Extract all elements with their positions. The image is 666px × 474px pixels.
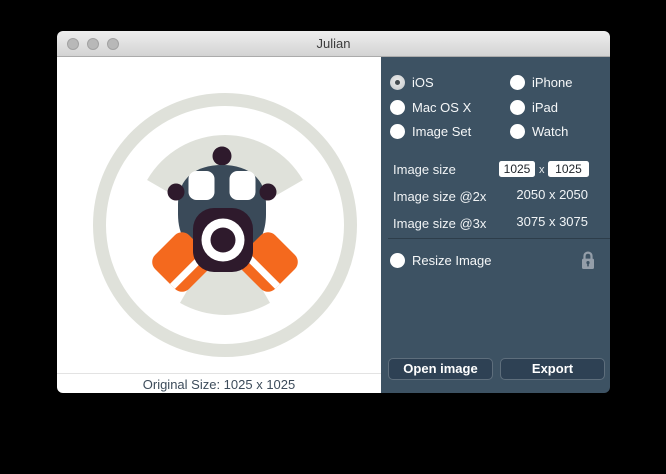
window-title: Julian	[316, 36, 351, 51]
app-window: Julian Original Size: 1025 x 1025 iOS iP…	[57, 31, 610, 393]
radio-iphone[interactable]: iPhone	[510, 74, 572, 90]
radio-ios[interactable]: iOS	[390, 74, 434, 90]
radio-ipad-label: iPad	[532, 99, 559, 115]
radio-ios-label: iOS	[412, 74, 434, 90]
gas-mask-radiation-illustration	[93, 93, 357, 357]
minimize-button-icon[interactable]	[87, 38, 99, 50]
width-input[interactable]	[499, 161, 535, 177]
section-divider	[388, 238, 610, 239]
size-separator: x	[539, 164, 545, 176]
image-size-2x-label: Image size @2x	[393, 189, 487, 204]
radio-iphone-circle-icon[interactable]	[510, 74, 525, 90]
resize-image-circle-icon[interactable]	[390, 252, 405, 268]
image-size-3x-label: Image size @3x	[393, 216, 487, 231]
original-size-caption: Original Size: 1025 x 1025	[142, 377, 296, 392]
caption-divider	[57, 373, 381, 374]
height-input[interactable]	[548, 161, 589, 177]
open-image-button[interactable]: Open image	[388, 358, 493, 380]
radio-ios-circle-icon[interactable]	[390, 74, 405, 90]
zoom-button-icon[interactable]	[107, 38, 119, 50]
export-button[interactable]: Export	[500, 358, 605, 380]
radio-iphone-label: iPhone	[532, 74, 573, 90]
radio-imageset-label: Image Set	[412, 123, 472, 139]
radio-watch[interactable]: Watch	[510, 123, 568, 139]
radio-macosx[interactable]: Mac OS X	[390, 99, 471, 115]
radio-ipad-circle-icon[interactable]	[510, 99, 525, 115]
radio-ipad[interactable]: iPad	[510, 99, 558, 115]
radio-imageset[interactable]: Image Set	[390, 123, 471, 139]
titlebar[interactable]: Julian	[57, 31, 610, 57]
resize-image-checkbox[interactable]: Resize Image	[390, 252, 491, 268]
radio-watch-label: Watch	[532, 123, 569, 139]
settings-panel: iOS iPhone Mac OS X iPad Image Set Watch…	[381, 57, 610, 393]
radio-macosx-label: Mac OS X	[412, 99, 472, 115]
image-size-2x-value: 2050 x 2050	[516, 187, 588, 202]
resize-image-label: Resize Image	[412, 252, 492, 268]
image-size-3x-value: 3075 x 3075	[516, 214, 588, 229]
image-preview-panel: Original Size: 1025 x 1025	[57, 57, 381, 393]
radio-watch-circle-icon[interactable]	[510, 123, 525, 139]
lock-icon[interactable]	[581, 251, 595, 270]
radio-macosx-circle-icon[interactable]	[390, 99, 405, 115]
radio-imageset-circle-icon[interactable]	[390, 123, 405, 139]
close-button-icon[interactable]	[67, 38, 79, 50]
image-size-label: Image size	[393, 162, 456, 177]
